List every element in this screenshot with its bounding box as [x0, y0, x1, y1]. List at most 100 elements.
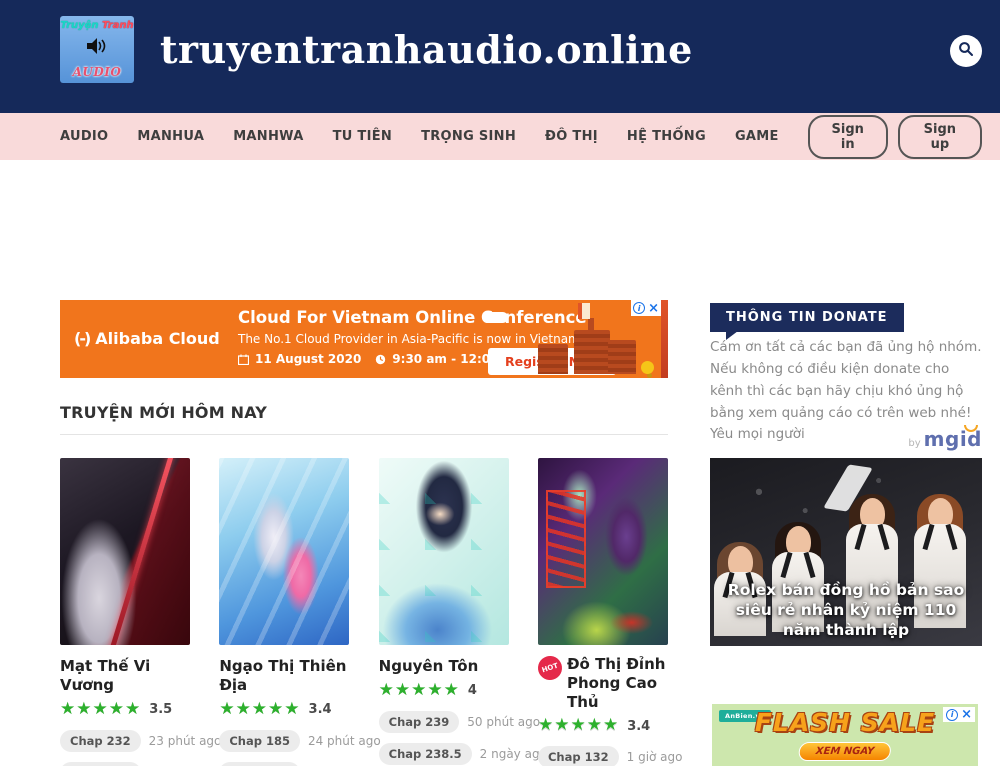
chapter-link[interactable]: Chap 185 — [219, 730, 300, 752]
alibaba-cloud-ad-banner[interactable]: (-) Alibaba Cloud Cloud For Vietnam Onlin… — [60, 300, 668, 378]
ad-headline: Cloud For Vietnam Online Conference — [238, 308, 587, 327]
ad-date: 11 August 2020 — [255, 352, 361, 366]
mgid-attribution[interactable]: bymgid — [710, 427, 982, 451]
chapter-link[interactable]: Chap 232 — [60, 730, 141, 752]
chapter-row: Chap 185 24 phút ago — [219, 730, 349, 752]
main-nav: AUDIO MANHUA MANHWA TU TIÊN TRỌNG SINH Đ… — [0, 113, 1000, 160]
chapter-time: 1 giờ ago — [627, 750, 683, 764]
comic-card: Mạt Thế Vi Vương ☆☆☆☆☆ ★★★★★ 3.5 Chap 23… — [60, 458, 190, 766]
comic-cover-ngao-thi-thien-dia[interactable] — [219, 458, 349, 645]
hot-badge: HOT — [535, 653, 565, 683]
nav-item-he-thong[interactable]: HỆ THỐNG — [627, 129, 706, 144]
stars-filled: ★★★★★ — [60, 701, 151, 718]
comic-card-list: Mạt Thế Vi Vương ☆☆☆☆☆ ★★★★★ 3.5 Chap 23… — [60, 458, 668, 766]
chapter-row: Chap 231 05/08/2020 — [60, 762, 190, 766]
logo-word-2: Tranh — [102, 20, 134, 31]
comic-cover-do-thi-dinh-phong-cao-thu[interactable] — [538, 458, 668, 645]
mgid-logo: mgid — [924, 427, 982, 451]
comic-title[interactable]: Ngạo Thị Thiên Địa — [219, 657, 349, 695]
tree-illustration — [641, 361, 654, 374]
xem-ngay-button[interactable]: XEM NGAY — [798, 742, 892, 761]
cathedral-illustration — [574, 330, 610, 374]
stars-filled: ★★★★★ — [379, 682, 483, 699]
city-illustration — [538, 318, 654, 374]
cloud-illustration — [482, 312, 508, 323]
chapter-time: 50 phút ago — [467, 715, 540, 729]
nav-item-manhwa[interactable]: MANHWA — [233, 129, 303, 144]
chapter-row: Chap 232 23 phút ago — [60, 730, 190, 752]
nav-item-manhua[interactable]: MANHUA — [137, 129, 204, 144]
donate-heading-ribbon: THÔNG TIN DONATE — [710, 303, 904, 332]
chapter-row: Chap 132 1 giờ ago — [538, 746, 668, 766]
logo-text: Truyện Tranh — [60, 20, 133, 31]
site-header: Truyện Tranh AUDIO truyentranhaudio.onli… — [0, 0, 1000, 113]
chapter-time: 2 ngày ago — [480, 747, 547, 761]
star-rating: ☆☆☆☆☆ ★★★★★ 4 — [379, 681, 509, 701]
chapter-link[interactable]: Chap 132 — [538, 746, 619, 766]
page: Truyện Tranh AUDIO truyentranhaudio.onli… — [0, 0, 1000, 766]
alibaba-brand-label: Alibaba Cloud — [95, 329, 219, 348]
comic-cover-nguyen-ton[interactable] — [379, 458, 509, 645]
stars-filled: ★★★★★ — [538, 717, 629, 734]
alibaba-bracket-mark: (-) — [74, 329, 89, 348]
flash-sale-title: FLASH SALE — [712, 708, 978, 737]
nav-item-audio[interactable]: AUDIO — [60, 129, 108, 144]
logo-word-1: Truyện — [60, 20, 98, 31]
sign-in-button[interactable]: Sign in — [808, 115, 888, 159]
mgid-by-label: by — [908, 438, 920, 449]
search-button[interactable] — [950, 35, 982, 67]
rating-value: 3.4 — [309, 702, 332, 717]
building-illustration — [538, 344, 568, 374]
adchoices-info-icon[interactable]: i — [946, 709, 958, 721]
sign-up-button[interactable]: Sign up — [898, 115, 982, 159]
stars-filled: ★★★★★ — [219, 701, 310, 718]
comic-card: Ngạo Thị Thiên Địa ☆☆☆☆☆ ★★★★★ 3.4 Chap … — [219, 458, 349, 766]
rating-value: 3.5 — [149, 702, 172, 717]
clock-icon — [375, 354, 386, 365]
search-icon — [958, 41, 974, 61]
ad-close-icon[interactable]: × — [648, 302, 659, 315]
chapter-link[interactable]: Chap 239 — [379, 711, 460, 733]
sponsored-photo-ad[interactable]: Rolex bán đồng hồ bản sao siêu rẻ nhân k… — [710, 458, 982, 646]
document-illustration — [578, 303, 590, 319]
ad-subheadline: The No.1 Cloud Provider in Asia-Pacific … — [238, 332, 580, 346]
sponsored-ad-caption: Rolex bán đồng hồ bản sao siêu rẻ nhân k… — [710, 580, 982, 640]
nav-item-tu-tien[interactable]: TU TIÊN — [333, 129, 393, 144]
nav-item-do-thi[interactable]: ĐÔ THỊ — [545, 129, 598, 144]
star-rating: ☆☆☆☆☆ ★★★★★ 3.4 — [538, 716, 668, 736]
site-title[interactable]: truyentranhaudio.online — [160, 27, 693, 72]
comic-card: HOT Đô Thị Đỉnh Phong Cao Thủ ☆☆☆☆☆ ★★★★… — [538, 458, 668, 766]
chapter-row: Chap 184 3 ngày ago — [219, 762, 349, 766]
logo-audio-label: AUDIO — [73, 65, 122, 79]
speaker-icon — [87, 38, 107, 58]
section-divider — [60, 434, 668, 435]
section-title-new-today: TRUYỆN MỚI HÔM NAY — [60, 403, 267, 422]
calendar-icon — [238, 354, 249, 365]
chapter-link[interactable]: Chap 231 — [60, 762, 141, 766]
flash-sale-ad[interactable]: AnBien.vn FLASH SALE XEM NGAY i × — [712, 704, 978, 766]
comic-title[interactable]: Đô Thị Đỉnh Phong Cao Thủ — [567, 655, 668, 711]
adchoices-controls: i × — [631, 300, 661, 316]
alibaba-cloud-logo: (-) Alibaba Cloud — [74, 329, 220, 348]
chapter-time: 23 phút ago — [149, 734, 222, 748]
comic-title[interactable]: Mạt Thế Vi Vương — [60, 657, 190, 695]
chapter-row: Chap 239 50 phút ago — [379, 711, 509, 733]
adchoices-controls: i × — [943, 707, 975, 722]
site-logo[interactable]: Truyện Tranh AUDIO — [60, 16, 134, 83]
nav-item-trong-sinh[interactable]: TRỌNG SINH — [421, 129, 516, 144]
star-rating: ☆☆☆☆☆ ★★★★★ 3.4 — [219, 700, 349, 720]
nav-item-game[interactable]: GAME — [735, 129, 779, 144]
comic-cover-mat-the-vi-vuong[interactable] — [60, 458, 190, 645]
chapter-link[interactable]: Chap 184 — [219, 762, 300, 766]
chapter-time: 24 phút ago — [308, 734, 381, 748]
comic-title-row: HOT Đô Thị Đỉnh Phong Cao Thủ — [538, 655, 668, 711]
comic-title[interactable]: Nguyên Tôn — [379, 657, 509, 676]
rating-value: 3.4 — [627, 719, 650, 734]
star-rating: ☆☆☆☆☆ ★★★★★ 3.5 — [60, 700, 190, 720]
building-illustration — [608, 340, 636, 374]
ad-close-icon[interactable]: × — [961, 708, 972, 721]
chapter-row: Chap 238.5 2 ngày ago — [379, 743, 509, 765]
chapter-link[interactable]: Chap 238.5 — [379, 743, 472, 765]
comic-card: Nguyên Tôn ☆☆☆☆☆ ★★★★★ 4 Chap 239 50 phú… — [379, 458, 509, 766]
adchoices-info-icon[interactable]: i — [633, 302, 645, 314]
